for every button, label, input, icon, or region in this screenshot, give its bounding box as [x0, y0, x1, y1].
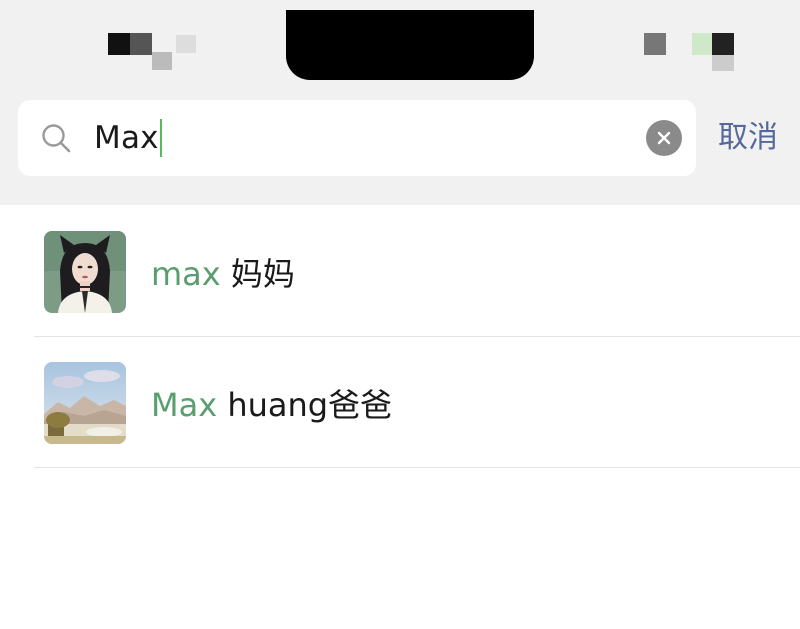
search-field[interactable]: Max	[18, 100, 696, 176]
clear-search-button[interactable]	[646, 120, 682, 156]
girl-portrait-avatar	[44, 231, 126, 313]
matched-text: max	[151, 255, 221, 293]
signal-icon	[108, 33, 130, 55]
search-icon	[42, 124, 71, 153]
battery-icon	[644, 33, 666, 55]
landscape-painting-avatar	[44, 362, 126, 444]
contact-name: max 妈妈	[151, 251, 295, 297]
list-item[interactable]: Max huang爸爸	[0, 337, 800, 467]
name-rest: 妈妈	[220, 255, 295, 293]
divider	[34, 467, 800, 468]
notch	[286, 10, 534, 80]
contact-name: Max huang爸爸	[151, 382, 392, 428]
matched-text: Max	[151, 386, 218, 424]
list-item[interactable]: max 妈妈	[0, 205, 800, 335]
text-cursor	[159, 118, 162, 157]
close-icon	[657, 131, 671, 145]
cancel-button[interactable]: 取消	[718, 116, 778, 160]
search-input[interactable]: Max	[94, 118, 162, 158]
name-rest: huang爸爸	[217, 386, 393, 424]
